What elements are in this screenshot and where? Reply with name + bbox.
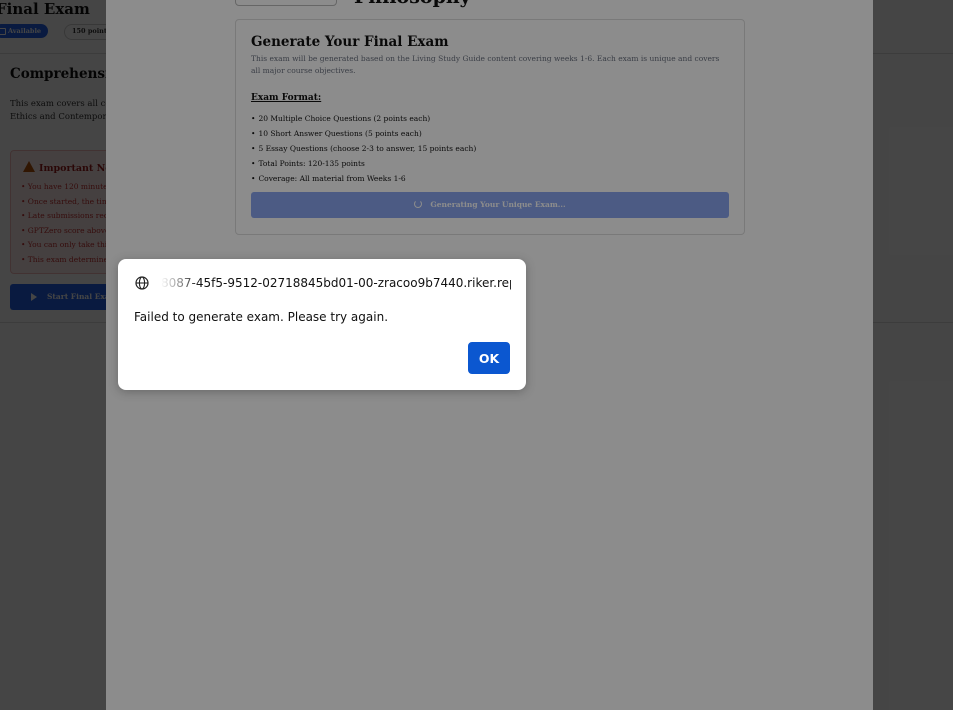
ok-button[interactable]: OK [468, 342, 510, 374]
globe-icon [135, 276, 149, 290]
alert-message: Failed to generate exam. Please try agai… [134, 310, 389, 324]
origin-fade [161, 275, 201, 292]
alert-dialog: 8087-45f5-9512-02718845bd01-00-zracoo9b7… [118, 259, 526, 390]
alert-origin: 8087-45f5-9512-02718845bd01-00-zracoo9b7… [161, 275, 511, 292]
alert-origin-text: 8087-45f5-9512-02718845bd01-00-zracoo9b7… [161, 276, 511, 290]
